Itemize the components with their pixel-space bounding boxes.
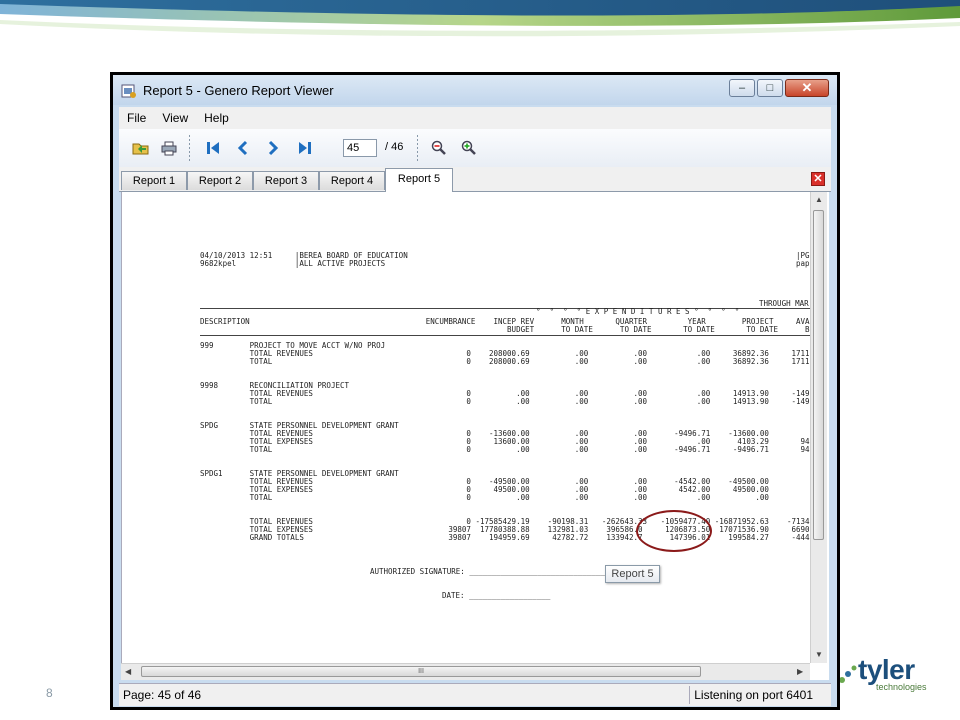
window-title: Report 5 - Genero Report Viewer bbox=[143, 83, 334, 98]
zoom-in-icon bbox=[461, 140, 476, 155]
zoom-in-button[interactable] bbox=[459, 138, 479, 158]
window-controls: ‒ □ ✕ bbox=[727, 79, 829, 99]
scroll-down-icon[interactable]: ▼ bbox=[815, 650, 823, 659]
chevron-left-icon bbox=[237, 140, 248, 156]
vertical-scroll-thumb[interactable] bbox=[813, 210, 824, 540]
window-frame: Report 5 - Genero Report Viewer ‒ □ ✕ Fi… bbox=[113, 75, 837, 707]
tab-report-4[interactable]: Report 4 bbox=[319, 171, 385, 190]
expenditures-heading: ° ° ° ° E X P E N D I T U R E S ° ° ° ° bbox=[527, 307, 740, 316]
report-document: 04/10/2013 12:51 |BEREA BOARD OF EDUCATI… bbox=[122, 192, 820, 600]
zoom-out-button[interactable] bbox=[429, 138, 449, 158]
page-number-input[interactable]: 45 bbox=[343, 139, 377, 157]
report-line: TOTAL 0 .00 .00 .00 -9496.71 -9496.71 94 bbox=[200, 445, 810, 454]
report-line: TOTAL 0 208000.69 .00 .00 .00 36892.36 1… bbox=[200, 357, 810, 366]
report-line: TOTAL 0 .00 .00 .00 .00 14913.90 -149 bbox=[200, 397, 810, 406]
status-divider bbox=[689, 686, 690, 704]
horizontal-scroll-thumb[interactable]: III bbox=[141, 666, 701, 677]
report-line: GRAND TOTALS 39807 194959.69 42782.72 13… bbox=[200, 533, 810, 542]
report-viewer-window: Report 5 - Genero Report Viewer ‒ □ ✕ Fi… bbox=[110, 72, 840, 710]
logo-subtitle: technologies bbox=[876, 682, 927, 692]
report-page-view: 04/10/2013 12:51 |BEREA BOARD OF EDUCATI… bbox=[121, 192, 829, 680]
chevron-right-icon bbox=[268, 140, 279, 156]
report-line: TOTAL 0 .00 .00 .00 .00 .00 bbox=[200, 493, 769, 502]
open-folder-icon bbox=[132, 143, 149, 155]
menu-file[interactable]: File bbox=[127, 111, 146, 125]
annotation-circle bbox=[636, 510, 712, 552]
report-header-right: pap bbox=[796, 259, 810, 268]
tyler-logo: tyler technologies bbox=[832, 652, 942, 696]
toolbar-separator bbox=[189, 135, 190, 161]
status-page-indicator: Page: 45 of 46 bbox=[123, 688, 202, 702]
status-bar: Page: 45 of 46 Listening on port 6401 bbox=[119, 683, 831, 706]
zoom-out-icon bbox=[431, 140, 446, 155]
date-line: DATE: __________________ bbox=[442, 591, 551, 600]
next-page-button[interactable] bbox=[263, 138, 283, 158]
scroll-up-icon[interactable]: ▲ bbox=[815, 195, 823, 204]
report-header-line: 9682kpel |ALL ACTIVE PROJECTS bbox=[200, 259, 386, 268]
scroll-right-icon[interactable]: ▶ bbox=[797, 667, 803, 676]
print-button[interactable] bbox=[159, 138, 179, 158]
report-rule bbox=[200, 335, 820, 336]
tab-tooltip-callout: Report 5 bbox=[605, 565, 660, 583]
scroll-left-icon[interactable]: ◀ bbox=[125, 667, 131, 676]
toolbar-separator bbox=[417, 135, 418, 161]
maximize-button[interactable]: □ bbox=[757, 79, 783, 97]
first-page-button[interactable] bbox=[203, 138, 223, 158]
open-report-button[interactable] bbox=[131, 138, 151, 158]
previous-page-button[interactable] bbox=[233, 138, 253, 158]
menu-view[interactable]: View bbox=[162, 111, 188, 125]
minimize-button[interactable]: ‒ bbox=[729, 79, 755, 97]
status-listening-port: Listening on port 6401 bbox=[694, 688, 813, 702]
tab-report-2[interactable]: Report 2 bbox=[187, 171, 253, 190]
toolbar: 45 / 46 bbox=[119, 129, 831, 168]
close-tab-button[interactable]: ✕ bbox=[811, 172, 825, 186]
menu-bar: File View Help bbox=[119, 107, 831, 129]
column-subheaders: BUDGET TO DATE TO DATE TO DATE TO DATE B… bbox=[200, 325, 819, 334]
first-page-icon bbox=[207, 142, 219, 154]
report-tab-strip: Report 1 Report 2 Report 3 Report 4 Repo… bbox=[119, 167, 831, 192]
last-page-icon bbox=[299, 142, 311, 154]
tab-report-3[interactable]: Report 3 bbox=[253, 171, 319, 190]
horizontal-scrollbar[interactable]: ◀ III ▶ bbox=[121, 663, 810, 680]
tab-report-5[interactable]: Report 5 bbox=[385, 168, 453, 192]
title-bar[interactable]: Report 5 - Genero Report Viewer ‒ □ ✕ bbox=[113, 75, 837, 105]
report-through-label: THROUGH MAR bbox=[759, 299, 809, 308]
page-total-label: / 46 bbox=[385, 141, 404, 153]
last-page-button[interactable] bbox=[295, 138, 315, 158]
authorized-signature-line: AUTHORIZED SIGNATURE: __________________… bbox=[370, 567, 641, 576]
printer-icon bbox=[161, 141, 177, 156]
vertical-scrollbar[interactable]: ▲ ▼ bbox=[810, 192, 827, 663]
slide-page-number: 8 bbox=[46, 686, 53, 700]
close-window-button[interactable]: ✕ bbox=[785, 79, 829, 97]
slide-header-swoosh bbox=[0, 0, 960, 37]
menu-help[interactable]: Help bbox=[204, 111, 229, 125]
app-icon bbox=[121, 84, 136, 98]
tab-report-1[interactable]: Report 1 bbox=[121, 171, 187, 190]
